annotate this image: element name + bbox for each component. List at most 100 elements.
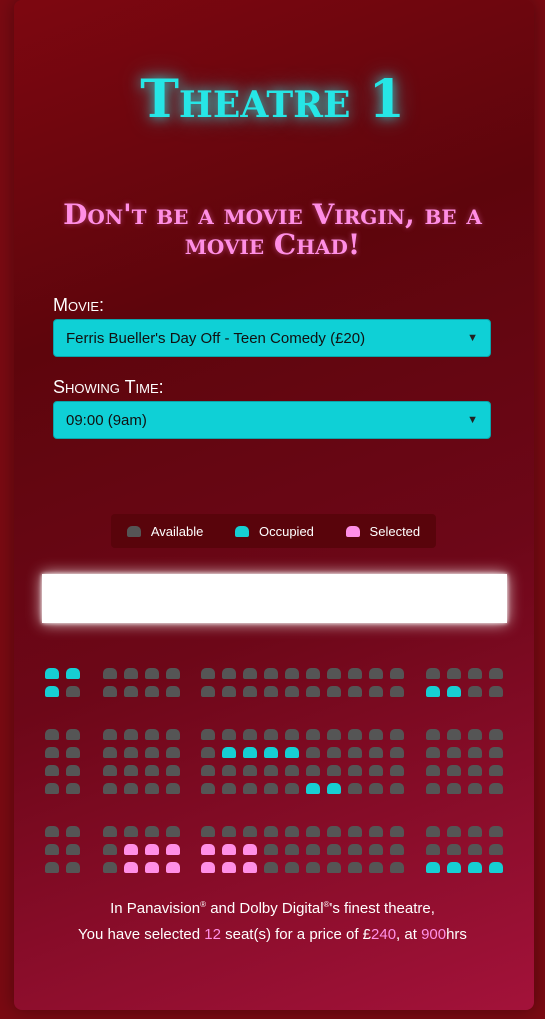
seat-available[interactable]: [489, 783, 503, 794]
seat-available[interactable]: [124, 765, 138, 776]
seat-available[interactable]: [166, 747, 180, 758]
seat-available[interactable]: [447, 729, 461, 740]
seat-available[interactable]: [426, 844, 440, 855]
seat-available[interactable]: [489, 844, 503, 855]
seat-available[interactable]: [327, 668, 341, 679]
seat-available[interactable]: [45, 826, 59, 837]
seat-selected[interactable]: [201, 844, 215, 855]
seat-available[interactable]: [124, 783, 138, 794]
seat-available[interactable]: [369, 765, 383, 776]
movie-select[interactable]: Ferris Bueller's Day Off - Teen Comedy (…: [53, 319, 491, 357]
seat-available[interactable]: [489, 765, 503, 776]
seat-available[interactable]: [468, 783, 482, 794]
seat-available[interactable]: [390, 783, 404, 794]
seat-available[interactable]: [327, 765, 341, 776]
seat-available[interactable]: [447, 668, 461, 679]
seat-available[interactable]: [348, 747, 362, 758]
seat-available[interactable]: [66, 729, 80, 740]
seat-available[interactable]: [103, 783, 117, 794]
seat-available[interactable]: [348, 686, 362, 697]
seat-available[interactable]: [103, 844, 117, 855]
seat-selected[interactable]: [145, 844, 159, 855]
seat-available[interactable]: [45, 765, 59, 776]
seat-available[interactable]: [306, 862, 320, 873]
seat-available[interactable]: [145, 826, 159, 837]
seat-available[interactable]: [166, 783, 180, 794]
seat-available[interactable]: [243, 686, 257, 697]
seat-available[interactable]: [390, 668, 404, 679]
seat-available[interactable]: [306, 765, 320, 776]
seat-available[interactable]: [285, 765, 299, 776]
seat-available[interactable]: [103, 765, 117, 776]
seat-available[interactable]: [124, 686, 138, 697]
showing-time-select[interactable]: 09:00 (9am) ▼: [53, 401, 491, 439]
seat-available[interactable]: [348, 862, 362, 873]
seat-available[interactable]: [285, 844, 299, 855]
seat-available[interactable]: [468, 765, 482, 776]
seat-available[interactable]: [468, 844, 482, 855]
seat-available[interactable]: [222, 686, 236, 697]
seat-available[interactable]: [264, 686, 278, 697]
seat-available[interactable]: [66, 826, 80, 837]
seat-available[interactable]: [306, 844, 320, 855]
seat-available[interactable]: [426, 729, 440, 740]
seat-available[interactable]: [243, 668, 257, 679]
seat-available[interactable]: [369, 783, 383, 794]
seat-available[interactable]: [390, 729, 404, 740]
seat-available[interactable]: [348, 844, 362, 855]
seat-available[interactable]: [201, 826, 215, 837]
seat-available[interactable]: [468, 826, 482, 837]
seat-available[interactable]: [369, 862, 383, 873]
seat-available[interactable]: [468, 686, 482, 697]
seat-available[interactable]: [390, 747, 404, 758]
seat-available[interactable]: [348, 668, 362, 679]
seat-available[interactable]: [489, 668, 503, 679]
seat-available[interactable]: [103, 862, 117, 873]
seat-available[interactable]: [348, 729, 362, 740]
seat-available[interactable]: [447, 826, 461, 837]
seat-selected[interactable]: [124, 862, 138, 873]
seat-available[interactable]: [166, 668, 180, 679]
seat-available[interactable]: [66, 783, 80, 794]
seat-available[interactable]: [426, 826, 440, 837]
seat-selected[interactable]: [222, 862, 236, 873]
seat-available[interactable]: [285, 826, 299, 837]
seat-available[interactable]: [390, 862, 404, 873]
seat-available[interactable]: [66, 862, 80, 873]
seat-available[interactable]: [201, 747, 215, 758]
seat-available[interactable]: [264, 826, 278, 837]
seat-available[interactable]: [145, 783, 159, 794]
seat-available[interactable]: [264, 765, 278, 776]
seat-available[interactable]: [243, 783, 257, 794]
seat-available[interactable]: [166, 826, 180, 837]
seat-available[interactable]: [264, 668, 278, 679]
seat-available[interactable]: [66, 686, 80, 697]
seat-available[interactable]: [45, 844, 59, 855]
seat-available[interactable]: [124, 747, 138, 758]
seat-available[interactable]: [489, 686, 503, 697]
seat-selected[interactable]: [201, 862, 215, 873]
seat-available[interactable]: [327, 862, 341, 873]
seat-available[interactable]: [45, 729, 59, 740]
seat-available[interactable]: [369, 747, 383, 758]
seat-available[interactable]: [45, 783, 59, 794]
seat-available[interactable]: [447, 844, 461, 855]
seat-available[interactable]: [489, 826, 503, 837]
seat-available[interactable]: [369, 668, 383, 679]
seat-available[interactable]: [201, 765, 215, 776]
seat-available[interactable]: [201, 783, 215, 794]
seat-available[interactable]: [327, 826, 341, 837]
seat-available[interactable]: [285, 729, 299, 740]
seat-available[interactable]: [103, 729, 117, 740]
seat-available[interactable]: [369, 686, 383, 697]
seat-available[interactable]: [285, 783, 299, 794]
seat-available[interactable]: [201, 729, 215, 740]
seat-available[interactable]: [66, 844, 80, 855]
seat-available[interactable]: [201, 686, 215, 697]
seat-available[interactable]: [390, 844, 404, 855]
seat-available[interactable]: [426, 668, 440, 679]
seat-selected[interactable]: [166, 844, 180, 855]
seat-available[interactable]: [145, 729, 159, 740]
seat-available[interactable]: [489, 747, 503, 758]
seat-selected[interactable]: [166, 862, 180, 873]
